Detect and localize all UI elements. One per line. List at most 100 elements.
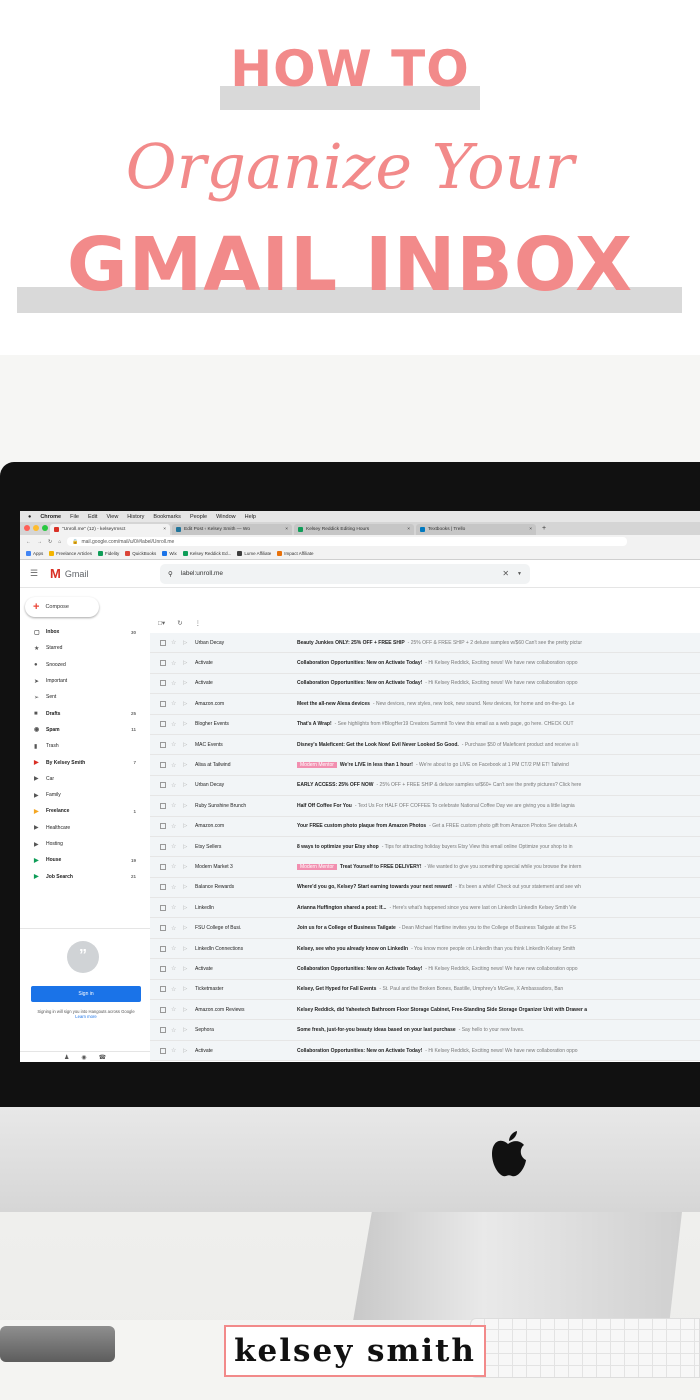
sidebar-item[interactable]: ■ Drafts 25 — [20, 705, 150, 721]
important-marker-icon[interactable]: ▷ — [183, 762, 195, 768]
email-label-badge[interactable]: Modern Mentor — [297, 863, 337, 870]
row-checkbox[interactable] — [160, 945, 166, 952]
close-window-icon[interactable] — [24, 525, 30, 531]
row-checkbox[interactable] — [160, 843, 166, 850]
menu-item[interactable]: History — [127, 514, 144, 520]
home-icon[interactable]: ⌂ — [58, 539, 61, 545]
menu-item[interactable]: File — [70, 514, 79, 520]
star-icon[interactable]: ☆ — [171, 986, 183, 993]
email-row[interactable]: ☆ ▷ Urban Decay Beauty Junkies ONLY: 25% OF… — [150, 633, 700, 654]
browser-tab[interactable]: Edit Post ‹ Kelsey Smith — Wo × — [172, 524, 292, 535]
row-checkbox[interactable] — [160, 884, 166, 891]
email-row[interactable]: ☆ ▷ Sephora Some fresh, just-for-you beauty… — [150, 1020, 700, 1041]
important-marker-icon[interactable]: ▷ — [183, 1048, 195, 1054]
important-marker-icon[interactable]: ▷ — [183, 803, 195, 809]
menu-item[interactable]: People — [190, 514, 207, 520]
row-checkbox[interactable] — [160, 1047, 166, 1054]
clear-search-icon[interactable]: ✕ — [502, 569, 509, 578]
star-icon[interactable]: ☆ — [171, 1027, 183, 1034]
star-icon[interactable]: ☆ — [171, 823, 183, 830]
row-checkbox[interactable] — [160, 782, 166, 789]
email-row[interactable]: ☆ ▷ FSU College of Busi. Join us for a Coll… — [150, 918, 700, 939]
row-checkbox[interactable] — [160, 721, 166, 728]
row-checkbox[interactable] — [160, 802, 166, 809]
row-checkbox[interactable] — [160, 762, 166, 769]
sidebar-item[interactable]: ▶ By Kelsey Smith 7 — [20, 754, 150, 770]
star-icon[interactable]: ☆ — [171, 802, 183, 809]
select-all-checkbox[interactable]: □▾ — [158, 619, 165, 627]
star-icon[interactable]: ☆ — [171, 945, 183, 952]
sidebar-item[interactable]: ● Snoozed — [20, 657, 150, 673]
star-icon[interactable]: ☆ — [171, 721, 183, 728]
star-icon[interactable]: ☆ — [171, 1006, 183, 1013]
email-row[interactable]: ☆ ▷ Ruby Sunshine Brunch Half Off Coffee Fo… — [150, 796, 700, 817]
browser-tab[interactable]: "Unroll.me" (12) - kelseyrmsct × — [50, 524, 170, 535]
bookmark-item[interactable]: Wix — [162, 551, 177, 556]
star-icon[interactable]: ☆ — [171, 843, 183, 850]
search-icon[interactable]: ⚲ — [168, 570, 173, 578]
menu-item[interactable]: Edit — [88, 514, 97, 520]
row-checkbox[interactable] — [160, 1027, 166, 1034]
sidebar-item[interactable]: ▶ Job Search 21 — [20, 868, 150, 884]
new-tab-icon[interactable]: + — [542, 525, 546, 532]
tab-close-icon[interactable]: × — [407, 527, 410, 532]
star-icon[interactable]: ☆ — [171, 884, 183, 891]
phone-icon[interactable]: ☎ — [99, 1054, 106, 1061]
row-checkbox[interactable] — [160, 863, 166, 870]
apple-menu-icon[interactable]: ● — [28, 514, 31, 520]
sidebar-item[interactable]: ▶ Healthcare — [20, 820, 150, 836]
email-row[interactable]: ☆ ▷ LinkedIn Arianna Huffington shared a po… — [150, 898, 700, 919]
hangouts-chat-icon[interactable]: ◉ — [81, 1054, 86, 1061]
important-marker-icon[interactable]: ▷ — [183, 884, 195, 890]
search-input[interactable]: ⚲ label:unroll.me ✕ ▼ — [160, 563, 530, 584]
search-options-icon[interactable]: ▼ — [517, 571, 522, 577]
sidebar-item[interactable]: ➤ Important — [20, 673, 150, 689]
bookmark-item[interactable]: Freelance Articles — [49, 551, 92, 556]
important-marker-icon[interactable]: ▷ — [183, 966, 195, 972]
browser-tab[interactable]: Textbooks | Trello × — [416, 524, 536, 535]
minimize-window-icon[interactable] — [33, 525, 39, 531]
star-icon[interactable]: ☆ — [171, 1047, 183, 1054]
sidebar-item[interactable]: ▶ Hosting — [20, 836, 150, 852]
important-marker-icon[interactable]: ▷ — [183, 721, 195, 727]
email-row[interactable]: ☆ ▷ LinkedIn Connections Kelsey, see who yo… — [150, 938, 700, 960]
row-checkbox[interactable] — [160, 741, 166, 748]
email-row[interactable]: ☆ ▷ Activate Collaboration Opportunities: N… — [150, 653, 700, 674]
important-marker-icon[interactable]: ▷ — [183, 640, 195, 646]
compose-button[interactable]: + Compose — [25, 597, 99, 617]
menu-item[interactable]: Window — [216, 514, 236, 520]
bookmark-item[interactable]: Impact Affiliate — [277, 551, 313, 556]
star-icon[interactable]: ☆ — [171, 762, 183, 769]
star-icon[interactable]: ☆ — [171, 904, 183, 911]
important-marker-icon[interactable]: ▷ — [183, 680, 195, 686]
email-row[interactable]: ☆ ▷ Activate Collaboration Opportunities: N… — [150, 1040, 700, 1062]
maximize-window-icon[interactable] — [42, 525, 48, 531]
main-menu-icon[interactable]: ☰ — [30, 568, 44, 579]
tab-close-icon[interactable]: × — [285, 527, 288, 532]
sign-in-button[interactable]: Sign in — [31, 986, 141, 1002]
email-row[interactable]: ☆ ▷ MAC Events Disney's Maleficent: Get the… — [150, 734, 700, 756]
email-row[interactable]: ☆ ▷ Amazon.com Reviews Kelsey Reddick, did … — [150, 1000, 700, 1021]
contacts-icon[interactable]: ♟ — [64, 1054, 69, 1061]
star-icon[interactable]: ☆ — [171, 639, 183, 646]
row-checkbox[interactable] — [160, 1006, 166, 1013]
important-marker-icon[interactable]: ▷ — [183, 925, 195, 931]
email-row[interactable]: ☆ ▷ Blogher Events That's A Wrap! - See high… — [150, 714, 700, 735]
email-row[interactable]: ☆ ▷ Modern Market 3 Modern Mentor Treat Your… — [150, 857, 700, 878]
sidebar-item[interactable]: ▶ Family — [20, 787, 150, 803]
tab-close-icon[interactable]: × — [529, 527, 532, 532]
important-marker-icon[interactable]: ▷ — [183, 864, 195, 870]
sidebar-item[interactable]: ➢ Sent — [20, 689, 150, 705]
row-checkbox[interactable] — [160, 986, 166, 993]
important-marker-icon[interactable]: ▷ — [183, 1027, 195, 1033]
sidebar-item[interactable]: ▶ Freelance 1 — [20, 803, 150, 819]
learn-more-link[interactable]: Learn more — [75, 1014, 96, 1019]
star-icon[interactable]: ☆ — [171, 660, 183, 667]
refresh-icon[interactable]: ↻ — [177, 619, 182, 627]
menu-item[interactable]: View — [106, 514, 118, 520]
back-icon[interactable]: ← — [26, 539, 31, 545]
email-row[interactable]: ☆ ▷ Amazon.com Your FREE custom photo plaqu… — [150, 816, 700, 837]
star-icon[interactable]: ☆ — [171, 700, 183, 707]
sidebar-item[interactable]: ▢ Inbox 30 — [20, 624, 150, 640]
star-icon[interactable]: ☆ — [171, 680, 183, 687]
